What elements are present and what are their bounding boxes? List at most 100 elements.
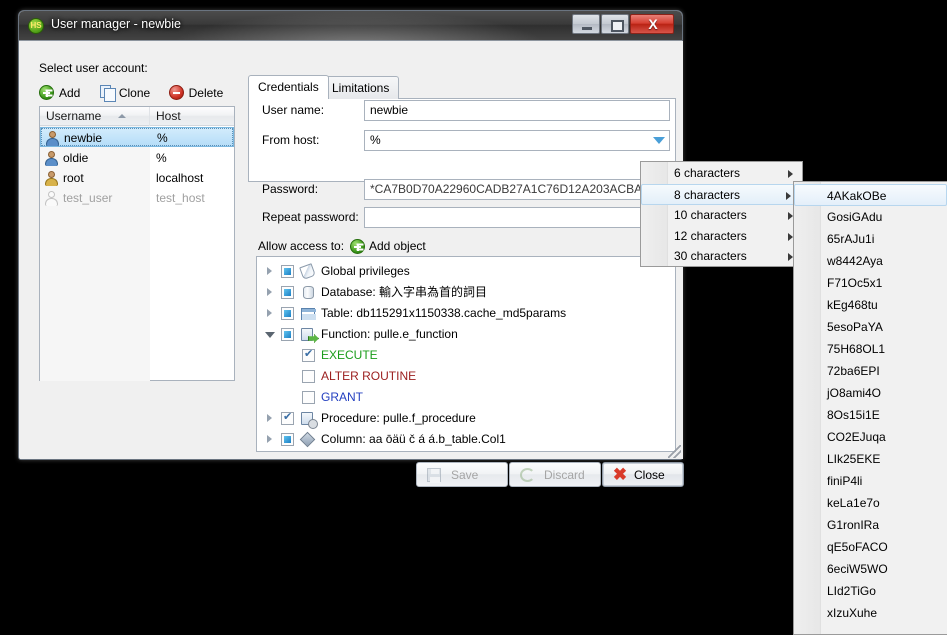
- generated-password-submenu: 4AKakOBe GosiGAdu 65rAJu1i w8442Aya F71O…: [793, 181, 947, 635]
- from-host-field[interactable]: %: [364, 130, 670, 151]
- table-row[interactable]: newbie %: [40, 127, 234, 147]
- menu-item-password[interactable]: xIzuXuhe: [795, 602, 947, 624]
- cell-username: root: [63, 171, 84, 185]
- undo-arrow-icon: [520, 468, 535, 482]
- tree-node-execute[interactable]: EXECUTE: [257, 345, 675, 366]
- close-window-button[interactable]: X: [630, 14, 674, 34]
- menu-item-password[interactable]: 75H68OL1: [795, 338, 947, 360]
- menu-item-password[interactable]: w8442Aya: [795, 250, 947, 272]
- procedure-icon: [300, 411, 318, 429]
- tree-node-procedure[interactable]: Procedure: pulle.f_procedure: [257, 408, 675, 429]
- column-header-host[interactable]: Host: [150, 107, 235, 126]
- expand-arrow-icon[interactable]: [267, 435, 272, 443]
- expand-arrow-icon[interactable]: [267, 414, 272, 422]
- menu-item-6-characters[interactable]: 6 characters: [642, 163, 803, 184]
- expand-arrow-icon[interactable]: [267, 309, 272, 317]
- checkbox-checked[interactable]: [302, 347, 315, 362]
- from-host-label: From host:: [262, 133, 320, 147]
- discard-button[interactable]: Discard: [509, 462, 601, 487]
- save-button[interactable]: Save: [416, 462, 508, 487]
- menu-item-password[interactable]: 6eciW5WO: [795, 558, 947, 580]
- menu-item-10-characters[interactable]: 10 characters: [642, 205, 803, 226]
- menu-item-password[interactable]: 72ba6EPI: [795, 360, 947, 382]
- add-object-label: Add object: [369, 239, 426, 253]
- select-user-account-label: Select user account:: [39, 61, 148, 75]
- checkbox-partial[interactable]: [281, 286, 294, 299]
- title-bar[interactable]: HS User manager - newbie X: [19, 11, 682, 41]
- tree-node-database[interactable]: Database: 輸入字串為首的詞目: [257, 282, 675, 303]
- close-button[interactable]: ✖ Close: [602, 462, 684, 487]
- tree-node-column[interactable]: Column: aa ōäü č á á.b_table.Col1: [257, 429, 675, 450]
- repeat-password-field[interactable]: [364, 207, 670, 228]
- privileges-tree[interactable]: Global privileges Database: 輸入字串為首的詞目 Ta…: [256, 256, 676, 452]
- tree-node-global-privileges[interactable]: Global privileges: [257, 261, 675, 282]
- menu-item-8-characters[interactable]: 8 characters: [641, 184, 802, 205]
- add-object-button[interactable]: Add object: [350, 238, 426, 255]
- sort-ascending-icon: [118, 114, 126, 118]
- add-user-button[interactable]: Add: [39, 83, 80, 103]
- close-label: Close: [634, 468, 665, 482]
- tree-node-function[interactable]: Function: pulle.e_function: [257, 324, 675, 345]
- menu-item-password[interactable]: CO2EJuqa: [795, 426, 947, 448]
- column-header-username[interactable]: Username: [40, 107, 150, 126]
- user-name-field[interactable]: newbie: [364, 100, 670, 121]
- menu-item-password[interactable]: G1ronIRa: [795, 514, 947, 536]
- clone-user-label: Clone: [118, 86, 151, 100]
- submenu-arrow-icon: [786, 192, 791, 200]
- tree-node-grant[interactable]: GRANT: [257, 387, 675, 408]
- menu-item-password[interactable]: 4AKakOBe: [794, 184, 947, 206]
- clone-user-button[interactable]: Clone: [99, 83, 150, 103]
- delete-user-button[interactable]: Delete: [168, 83, 223, 103]
- menu-item-password[interactable]: 8Os15i1E: [795, 404, 947, 426]
- checkbox-partial[interactable]: [281, 328, 294, 341]
- red-x-icon: ✖: [612, 465, 628, 484]
- menu-item-password[interactable]: jO8ami4O: [795, 382, 947, 404]
- checkbox-checked[interactable]: [281, 410, 294, 425]
- checkbox-unchecked[interactable]: [302, 391, 315, 404]
- user-account-list[interactable]: Username Host newbie % oldie % root loca…: [39, 106, 235, 381]
- checkbox-partial[interactable]: [281, 307, 294, 320]
- menu-item-30-characters[interactable]: 30 characters: [642, 246, 803, 267]
- user-icon: [44, 151, 59, 166]
- menu-item-password[interactable]: LId2TiGo: [795, 580, 947, 602]
- save-label: Save: [451, 468, 479, 482]
- menu-item-password[interactable]: finiP4li: [795, 470, 947, 492]
- tree-node-table[interactable]: Table: db115291x1150338.cache_md5params: [257, 303, 675, 324]
- plus-circle-green-icon: [39, 85, 54, 100]
- expand-arrow-icon[interactable]: [267, 288, 272, 296]
- tree-node-label: ALTER ROUTINE: [321, 369, 417, 383]
- tree-node-label: Database: 輸入字串為首的詞目: [321, 285, 488, 299]
- resize-grip[interactable]: [668, 445, 681, 458]
- menu-item-password[interactable]: qE5oFACO: [795, 536, 947, 558]
- restore-button[interactable]: [601, 14, 629, 34]
- copy-pages-icon: [99, 85, 116, 102]
- menu-item-12-characters[interactable]: 12 characters: [642, 226, 803, 247]
- menu-item-password[interactable]: kEg468tu: [795, 294, 947, 316]
- tab-credentials[interactable]: Credentials: [248, 75, 329, 99]
- checkbox-unchecked[interactable]: [302, 370, 315, 383]
- password-field[interactable]: *CA7B0D70A22960CADB27A1C76D12A203ACBA1A6…: [364, 179, 664, 200]
- expand-arrow-icon[interactable]: [267, 267, 272, 275]
- user-admin-icon: [44, 171, 59, 186]
- cell-host: test_host: [156, 191, 205, 205]
- menu-item-password[interactable]: 5esoPaYA: [795, 316, 947, 338]
- table-row[interactable]: oldie %: [40, 148, 234, 168]
- menu-item-password[interactable]: 65rAJu1i: [795, 228, 947, 250]
- menu-item-password[interactable]: GosiGAdu: [795, 206, 947, 228]
- tree-node-label: Procedure: pulle.f_procedure: [321, 411, 476, 425]
- checkbox-partial[interactable]: [281, 433, 294, 446]
- table-row[interactable]: root localhost: [40, 168, 234, 188]
- checkbox-partial[interactable]: [281, 265, 294, 278]
- tab-limitations[interactable]: Limitations: [322, 76, 400, 99]
- chevron-down-icon[interactable]: [653, 137, 665, 144]
- menu-item-password[interactable]: keLa1e7o: [795, 492, 947, 514]
- collapse-arrow-icon[interactable]: [265, 332, 275, 338]
- menu-item-password[interactable]: LIk25EKE: [795, 448, 947, 470]
- minimize-button[interactable]: [572, 14, 600, 34]
- user-ghost-icon: [44, 191, 59, 206]
- tree-node-label: EXECUTE: [321, 348, 378, 362]
- menu-item-password[interactable]: F71Oc5x1: [795, 272, 947, 294]
- tree-node-alter-routine[interactable]: ALTER ROUTINE: [257, 366, 675, 387]
- table-row[interactable]: test_user test_host: [40, 188, 234, 208]
- repeat-password-label: Repeat password:: [262, 210, 359, 224]
